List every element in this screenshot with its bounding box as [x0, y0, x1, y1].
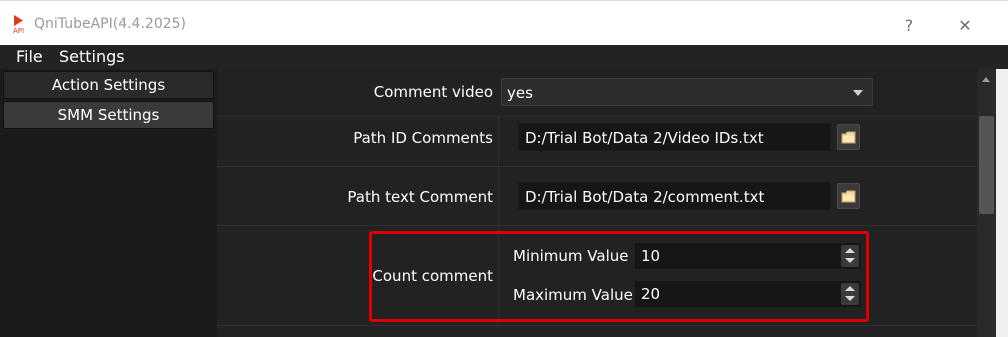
comment-video-value: yes	[507, 84, 533, 102]
app-logo-icon: API	[13, 15, 24, 35]
chevron-down-icon	[853, 90, 863, 96]
help-icon: ?	[904, 15, 914, 35]
folder-icon	[841, 131, 856, 143]
svg-text:API: API	[13, 27, 24, 35]
comment-video-select[interactable]: yes	[501, 78, 873, 106]
path-text-comment-input[interactable]: D:/Trial Bot/Data 2/comment.txt	[518, 182, 831, 210]
help-button[interactable]: ?	[886, 9, 932, 41]
row-divider	[217, 325, 977, 326]
path-id-comments-value: D:/Trial Bot/Data 2/Video IDs.txt	[525, 129, 764, 147]
comment-video-label: Comment video	[373, 83, 493, 101]
sidebar-item-action-settings[interactable]: Action Settings	[3, 71, 214, 99]
menu-file[interactable]: File	[16, 47, 43, 66]
menu-bar: File Settings	[0, 45, 1008, 69]
window-title: QniTubeAPI(4.4.2025)	[34, 16, 186, 32]
browse-id-comments-button[interactable]	[837, 124, 860, 150]
menu-settings[interactable]: Settings	[59, 47, 125, 66]
path-text-comment-value: D:/Trial Bot/Data 2/comment.txt	[525, 188, 765, 206]
app-window: API QniTubeAPI(4.4.2025) ? ✕ File Settin…	[0, 0, 1008, 337]
title-bar: API QniTubeAPI(4.4.2025) ? ✕	[0, 0, 1008, 46]
browse-text-comment-button[interactable]	[837, 183, 860, 209]
close-icon: ✕	[958, 15, 972, 35]
scroll-up-icon[interactable]	[982, 77, 990, 82]
sidebar-item-label: SMM Settings	[57, 106, 160, 124]
sidebar-item-smm-settings[interactable]: SMM Settings	[3, 101, 214, 129]
close-button[interactable]: ✕	[942, 9, 988, 41]
highlight-box	[369, 231, 869, 322]
scrollbar-thumb[interactable]	[979, 116, 994, 214]
path-id-comments-input[interactable]: D:/Trial Bot/Data 2/Video IDs.txt	[518, 123, 831, 151]
path-id-comments-label: Path ID Comments	[353, 129, 493, 147]
window-edge	[996, 69, 1008, 337]
row-divider	[217, 225, 977, 226]
vertical-scrollbar[interactable]	[977, 69, 996, 337]
path-text-comment-label: Path text Comment	[347, 188, 493, 206]
row-divider	[217, 166, 977, 167]
row-divider	[217, 116, 977, 117]
folder-icon	[841, 190, 856, 202]
sidebar-item-label: Action Settings	[51, 76, 166, 94]
